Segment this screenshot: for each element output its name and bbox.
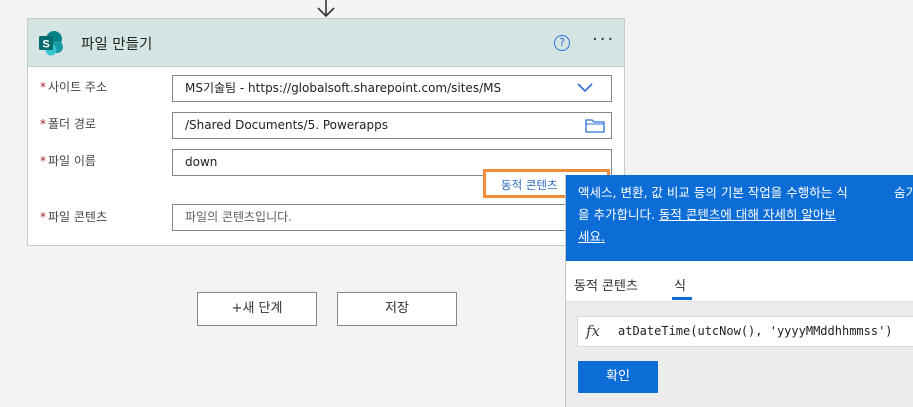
card-header[interactable]: S 파일 만들기 ? ··· [28,19,624,67]
info-line-1: 액세스, 변환, 값 비교 등의 기본 작업을 수행하는 식 [578,185,848,200]
expression-popup: 액세스, 변환, 값 비교 등의 기본 작업을 수행하는 식 을 추가합니다. … [565,175,913,407]
info-line-2: 을 추가합니다. 동적 콘텐츠에 대해 자세히 알아보 [578,207,836,222]
site-address-dropdown[interactable]: MS기술팀 - https://globalsoft.sharepoint.co… [172,75,612,102]
site-address-label: * 사이트 주소 [40,80,108,94]
ok-button[interactable]: 확인 [578,361,658,393]
folder-path-value: /Shared Documents/5. Powerapps [185,118,388,132]
new-step-button[interactable]: +새 단계 [197,292,317,326]
file-content-placeholder: 파일의 콘텐츠입니다. [185,210,292,224]
file-content-label: * 파일 콘텐츠 [40,210,108,224]
dynamic-content-link[interactable]: 동적 콘텐츠 [501,177,558,193]
svg-text:S: S [42,39,49,51]
file-name-value: down [185,155,218,169]
help-icon[interactable]: ? [554,35,570,51]
tab-expression[interactable]: 식 [674,275,686,294]
arrow-down-icon [317,0,335,18]
expression-text: atDateTime(utcNow(), 'yyyyMMddhhmmss') [618,324,893,338]
file-content-input[interactable]: 파일의 콘텐츠입니다. [172,204,612,231]
popup-info-banner: 액세스, 변환, 값 비교 등의 기본 작업을 수행하는 식 을 추가합니다. … [566,175,913,261]
folder-path-input[interactable]: /Shared Documents/5. Powerapps [172,112,612,139]
info-line-3[interactable]: 세요. [578,226,913,248]
folder-path-label: * 폴더 경로 [40,117,96,131]
popup-tabs: 동적 콘텐츠 식 [566,261,913,302]
chevron-down-icon[interactable] [577,83,593,93]
create-file-action-card: S 파일 만들기 ? ··· * 사이트 주소 MS기술팀 - https://g… [27,18,625,246]
hide-button[interactable]: 숨기 [894,182,913,204]
sharepoint-logo-icon: S [39,31,63,56]
tab-dynamic-content[interactable]: 동적 콘텐츠 [574,275,638,294]
active-tab-indicator [672,297,692,300]
learn-more-link[interactable]: 동적 콘텐츠에 대해 자세히 알아보 [659,207,836,222]
more-options-icon[interactable]: ··· [592,29,615,50]
folder-icon[interactable] [585,118,605,133]
expression-input[interactable]: fx atDateTime(utcNow(), 'yyyyMMddhhmmss'… [577,316,913,347]
file-name-label: * 파일 이름 [40,154,96,168]
fx-icon: fx [586,322,601,340]
save-button[interactable]: 저장 [337,292,457,326]
card-title: 파일 만들기 [81,37,153,53]
expression-area: fx atDateTime(utcNow(), 'yyyyMMddhhmmss'… [566,302,913,407]
site-address-value: MS기술팀 - https://globalsoft.sharepoint.co… [185,81,502,95]
